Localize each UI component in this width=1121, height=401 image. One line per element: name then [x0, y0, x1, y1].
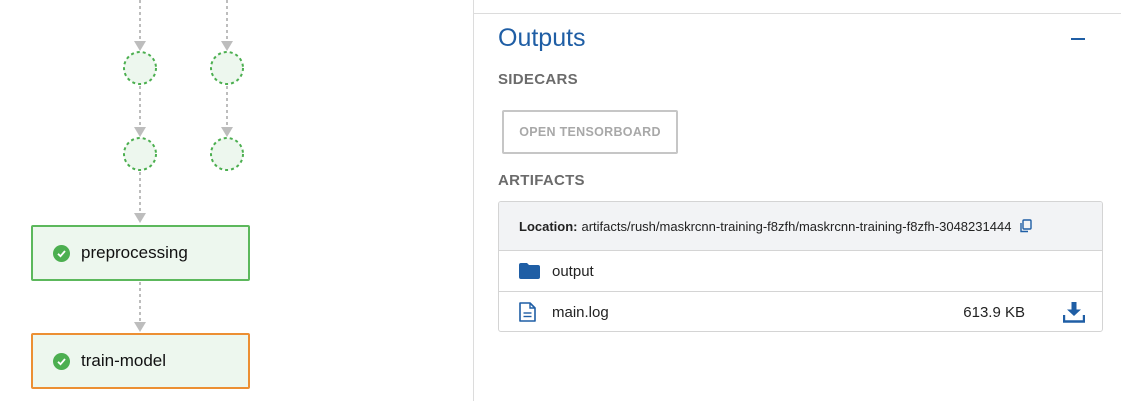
open-tensorboard-button[interactable]: OPEN TENSORBOARD — [502, 110, 678, 154]
collapse-outputs-button[interactable] — [1066, 27, 1090, 51]
file-icon — [519, 302, 536, 322]
artifact-row-output[interactable]: output — [499, 251, 1102, 291]
download-icon[interactable] — [1063, 301, 1085, 323]
sidecars-heading: SIDECARS — [498, 71, 578, 88]
folder-icon — [519, 263, 540, 279]
pending-node — [210, 137, 244, 171]
pending-node — [210, 51, 244, 85]
pending-node — [123, 137, 157, 171]
node-label: train-model — [81, 351, 167, 370]
artifact-row-main-log[interactable]: main.log 613.9 KB — [499, 291, 1102, 331]
copy-icon[interactable] — [1019, 219, 1033, 233]
artifacts-table: Location: artifacts/rush/maskrcnn-traini… — [498, 201, 1103, 332]
panel-top-border — [474, 13, 1121, 14]
check-circle-icon — [53, 244, 70, 262]
check-circle-icon — [53, 352, 70, 370]
artifacts-heading: ARTIFACTS — [498, 172, 585, 189]
pending-node — [123, 51, 157, 85]
location-label: Location: — [519, 218, 578, 234]
artifact-name[interactable]: output — [552, 263, 594, 280]
node-preprocessing[interactable]: preprocessing — [31, 225, 250, 281]
node-train-model[interactable]: train-model — [31, 333, 250, 389]
location-path: artifacts/rush/maskrcnn-training-f8zfh/m… — [581, 218, 1012, 234]
panel-divider — [473, 0, 474, 401]
artifact-location: Location: artifacts/rush/maskrcnn-traini… — [499, 202, 1102, 251]
minus-icon — [1071, 37, 1085, 41]
file-size: 613.9 KB — [963, 303, 1025, 321]
artifact-name[interactable]: main.log — [552, 304, 609, 321]
node-label: preprocessing — [81, 243, 188, 262]
outputs-title: Outputs — [498, 24, 586, 52]
workflow-graph: preprocessing train-model — [0, 0, 473, 401]
